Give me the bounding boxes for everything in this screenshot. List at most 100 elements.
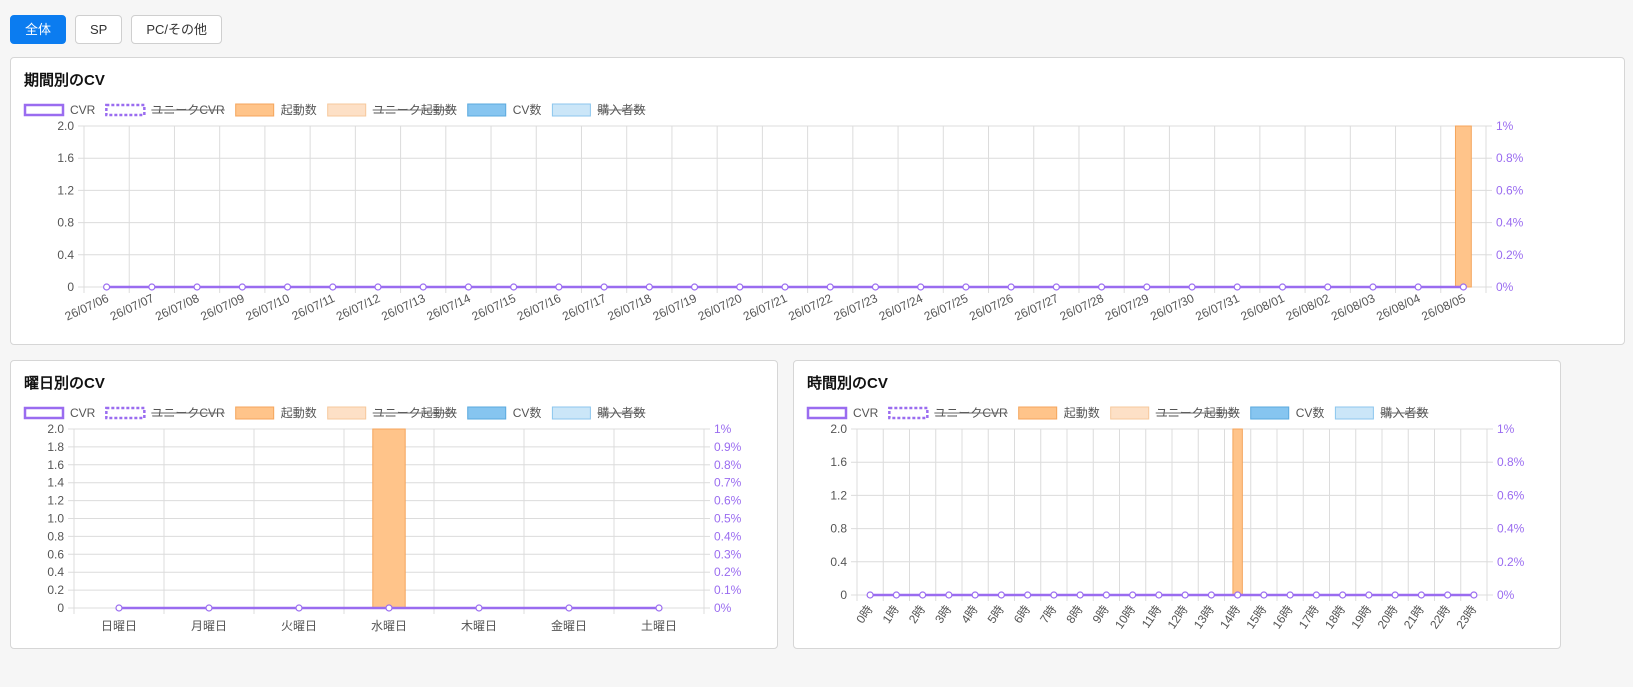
cvr-point[interactable] [826, 283, 834, 291]
cvr-point[interactable] [475, 604, 483, 612]
legend-item-3[interactable]: ユニーク起動数 [327, 405, 457, 420]
y-tick-label: 1.6 [830, 455, 847, 469]
cvr-point[interactable] [971, 591, 979, 599]
cvr-point[interactable] [1102, 591, 1110, 599]
cvr-point[interactable] [385, 604, 393, 612]
cvr-point[interactable] [1097, 283, 1106, 291]
y-tick-label: 0 [67, 280, 74, 294]
cvr-point[interactable] [283, 283, 292, 291]
cvr-point[interactable] [1286, 591, 1294, 599]
cvr-point[interactable] [115, 604, 123, 612]
hourly-cv-card: 時間別のCV CVR ユニークCVR 起動数 ユニーク起動数 CV数 購入者数 0 0.4 0.… [793, 360, 1561, 649]
legend-item-3[interactable]: ユニーク起動数 [327, 102, 457, 117]
legend-swatch [23, 406, 65, 420]
cvr-point[interactable] [1076, 591, 1084, 599]
cvr-point[interactable] [1052, 283, 1060, 291]
legend-item-3[interactable]: ユニーク起動数 [1110, 405, 1240, 420]
cvr-point[interactable] [1260, 591, 1268, 599]
y2-tick-label: 0.3% [714, 547, 742, 561]
cvr-point[interactable] [1207, 591, 1215, 599]
cvr-point[interactable] [945, 591, 953, 599]
cvr-point[interactable] [103, 283, 111, 291]
cvr-point[interactable] [1188, 283, 1196, 291]
cvr-point[interactable] [645, 283, 653, 291]
x-tick-label: 26/07/29 [1103, 291, 1152, 324]
tab-all[interactable]: 全体 [10, 15, 67, 44]
cvr-point[interactable] [510, 283, 518, 291]
cvr-point[interactable] [871, 283, 880, 291]
cvr-point[interactable] [1155, 591, 1163, 599]
y-tick-label: 0 [57, 601, 64, 615]
cvr-point[interactable] [1339, 591, 1347, 599]
cvr-point[interactable] [1369, 283, 1377, 291]
legend-label: CV数 [513, 405, 542, 420]
tab-sp[interactable]: SP [75, 15, 123, 44]
legend-item-2[interactable]: 起動数 [1018, 405, 1100, 420]
legend-swatch [1018, 406, 1058, 420]
y-tick-label: 1.2 [47, 494, 64, 508]
legend-item-0[interactable]: CVR [23, 103, 96, 117]
legend-item-2[interactable]: 起動数 [235, 405, 317, 420]
cvr-point[interactable] [736, 283, 744, 291]
cvr-point[interactable] [655, 604, 663, 612]
cvr-point[interactable] [1234, 591, 1242, 599]
cvr-point[interactable] [1470, 591, 1478, 599]
legend-swatch [105, 406, 146, 420]
legend-item-1[interactable]: ユニークCVR [888, 406, 1008, 420]
cvr-point[interactable] [1181, 591, 1189, 599]
cvr-point[interactable] [295, 604, 303, 612]
tab-pc-other[interactable]: PC/その他 [131, 15, 223, 44]
cvr-point[interactable] [329, 283, 337, 291]
cvr-point[interactable] [1050, 591, 1058, 599]
cvr-point[interactable] [1391, 591, 1399, 599]
cvr-point[interactable] [919, 591, 927, 599]
cvr-point[interactable] [1459, 283, 1467, 291]
cvr-point[interactable] [690, 283, 699, 291]
bar-launch-count[interactable] [1232, 428, 1243, 596]
cvr-point[interactable] [1365, 591, 1373, 599]
cvr-point[interactable] [1007, 283, 1015, 291]
legend-item-4[interactable]: CV数 [1250, 405, 1325, 420]
cvr-point[interactable] [997, 591, 1005, 599]
legend-item-5[interactable]: 購入者数 [1334, 405, 1429, 420]
cvr-point[interactable] [1312, 591, 1320, 599]
legend-item-1[interactable]: ユニークCVR [105, 406, 225, 420]
y-tick-label: 0.4 [47, 565, 64, 579]
legend-item-5[interactable]: 購入者数 [551, 405, 646, 420]
cvr-point[interactable] [148, 283, 156, 291]
legend-label: CV数 [513, 102, 542, 117]
cvr-point[interactable] [1143, 283, 1151, 291]
legend-item-0[interactable]: CVR [806, 406, 879, 420]
bar-launch-count[interactable] [372, 428, 406, 609]
cvr-point[interactable] [1324, 283, 1332, 291]
cvr-point[interactable] [419, 283, 427, 291]
legend-swatch [235, 103, 275, 117]
legend-item-2[interactable]: 起動数 [235, 102, 317, 117]
legend-item-5[interactable]: 購入者数 [551, 102, 646, 117]
cvr-point[interactable] [866, 591, 874, 599]
cvr-point[interactable] [1129, 591, 1137, 599]
cvr-point[interactable] [892, 591, 900, 599]
cvr-point[interactable] [781, 283, 789, 291]
cvr-point[interactable] [1417, 591, 1425, 599]
cvr-point[interactable] [1444, 591, 1452, 599]
legend-item-4[interactable]: CV数 [467, 102, 542, 117]
legend-item-0[interactable]: CVR [23, 406, 96, 420]
cvr-point[interactable] [555, 283, 563, 291]
cvr-point[interactable] [238, 283, 246, 291]
legend-item-1[interactable]: ユニークCVR [105, 103, 225, 117]
cvr-point[interactable] [193, 283, 201, 291]
cvr-point[interactable] [917, 283, 925, 291]
cvr-point[interactable] [1278, 283, 1287, 291]
cvr-point[interactable] [1414, 283, 1422, 291]
cvr-point[interactable] [374, 283, 382, 291]
cvr-point[interactable] [205, 604, 213, 612]
cvr-point[interactable] [600, 283, 608, 291]
cvr-point[interactable] [1024, 591, 1032, 599]
cvr-point[interactable] [962, 283, 970, 291]
bar-launch-count[interactable] [1454, 125, 1472, 288]
cvr-point[interactable] [1233, 283, 1241, 291]
legend-item-4[interactable]: CV数 [467, 405, 542, 420]
cvr-point[interactable] [464, 283, 473, 291]
cvr-point[interactable] [565, 604, 573, 612]
